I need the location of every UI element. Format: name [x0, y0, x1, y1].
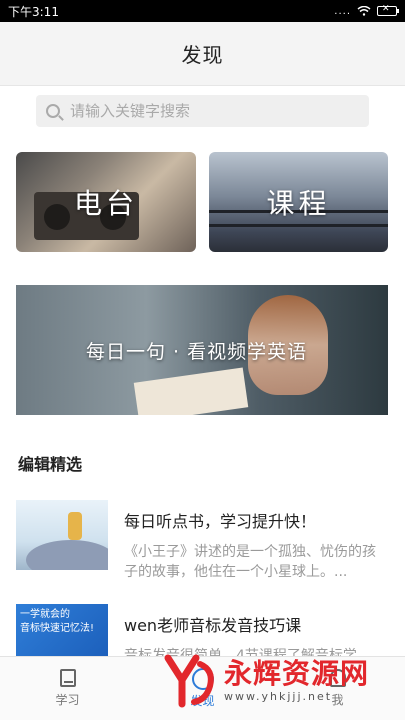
search-icon [46, 104, 60, 118]
battery-icon [377, 4, 399, 16]
watermark-name: 永辉资源网 [224, 656, 370, 690]
thumbnail-text: 一学就会的 [20, 609, 70, 620]
article-body: 每日听点书，学习提升快！ 《小王子》讲述的是一个孤独、忧伤的孩子的故事，他住在一… [124, 500, 388, 590]
status-bar: 下午3:11 .... [0, 0, 405, 22]
status-time: 下午3:11 [8, 4, 59, 19]
article-title: 每日听点书，学习提升快！ [124, 512, 317, 531]
page-title: 发现 [181, 43, 224, 67]
status-icons: .... [334, 4, 399, 17]
course-card-label: 课程 [266, 187, 331, 220]
watermark-text: 永辉资源网 www.yhkjjj.net [224, 656, 370, 703]
watermark-logo [164, 654, 214, 708]
course-card[interactable]: 课程 [209, 152, 388, 252]
banner-label: 每日一句 · 看视频学英语 [86, 340, 308, 363]
watermark: 永辉资源网 www.yhkjjj.net [160, 640, 400, 720]
search-box[interactable] [36, 95, 369, 127]
daily-sentence-banner[interactable]: 每日一句 · 看视频学英语 [16, 285, 388, 415]
tab-study[interactable]: 学习 [0, 657, 135, 720]
book-icon [59, 669, 76, 687]
top-bar: 发现 [0, 22, 405, 86]
section-title: 编辑精选 [18, 455, 83, 474]
article-title: wen老师音标发音技巧课 [124, 616, 302, 635]
search-input[interactable] [70, 102, 350, 120]
signal-icon: .... [334, 5, 351, 17]
thumbnail-text: 音标快速记忆法! [20, 623, 95, 634]
radio-card-label: 电台 [73, 187, 138, 220]
watermark-url: www.yhkjjj.net [224, 689, 333, 703]
banner-book-image [133, 367, 249, 415]
radio-card[interactable]: 电台 [16, 152, 196, 252]
wifi-icon [357, 6, 371, 16]
article-thumbnail [16, 500, 108, 570]
article-description: 《小王子》讲述的是一个孤独、忧伤的孩子的故事，他住在一个小星球上。... [124, 544, 376, 580]
list-item[interactable]: 每日听点书，学习提升快！ 《小王子》讲述的是一个孤独、忧伤的孩子的故事，他住在一… [16, 500, 388, 590]
tab-study-label: 学习 [55, 693, 80, 707]
